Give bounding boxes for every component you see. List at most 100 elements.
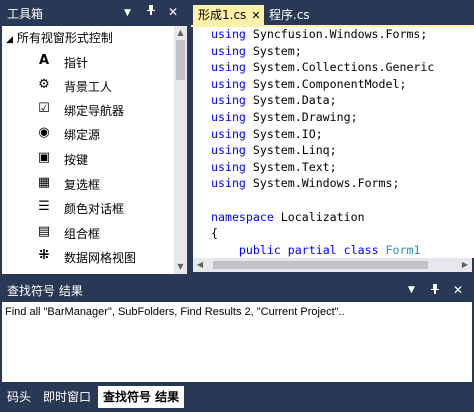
- toolbox-item-button[interactable]: ▣ 按键: [2, 147, 172, 170]
- editor-hscrollbar[interactable]: ◀ ▶: [193, 258, 472, 272]
- toolbox-item-background-worker[interactable]: ⚙ 背景工人: [2, 74, 172, 97]
- code-text: {: [211, 226, 218, 241]
- toolbox-title: 工具箱: [7, 7, 44, 21]
- find-pin-icon[interactable]: [430, 283, 440, 298]
- code-keyword: using: [211, 27, 246, 41]
- code-text: System.Linq;: [245, 143, 337, 158]
- pin-icon: [431, 284, 439, 294]
- toolbox-item-pointer[interactable]: A 指针: [2, 50, 172, 73]
- code-line: using System.Text;: [211, 160, 337, 177]
- toolbox-group-header[interactable]: ◢ 所有视窗形式控制: [6, 29, 113, 46]
- code-line: using System.IO;: [211, 127, 323, 144]
- code-text: System.Drawing;: [245, 110, 358, 124]
- code-keyword: using: [211, 126, 246, 141]
- code-line: namespace Localization: [211, 210, 365, 227]
- collapse-triangle-icon: ◢: [6, 35, 13, 45]
- code-keyword: namespace: [211, 209, 274, 224]
- code-line: using System.ComponentModel;: [211, 77, 406, 94]
- toolbox-item-label: 数据网格视图: [64, 251, 137, 265]
- find-results-text: Find all "BarManager", SubFolders, Find …: [5, 306, 345, 318]
- code-area[interactable]: using Syncfusion.Windows.Forms; using Sys…: [193, 27, 474, 258]
- background-worker-icon: ⚙: [38, 77, 50, 92]
- code-keyword: using: [211, 93, 246, 108]
- tab-close-icon[interactable]: ✕: [251, 9, 260, 22]
- toolbox-dropdown-icon[interactable]: ▼: [124, 6, 131, 20]
- toolbox-item-label: 复选框: [64, 178, 101, 192]
- tab-dock[interactable]: 码头: [2, 386, 36, 408]
- toolbox-item-label: 组合框: [64, 227, 101, 241]
- pointer-icon: A: [38, 53, 50, 68]
- code-keyword: using: [211, 110, 246, 124]
- code-line: using System.Windows.Forms;: [211, 176, 399, 193]
- code-line: using Syncfusion.Windows.Forms;: [211, 27, 427, 44]
- code-line: {: [211, 226, 218, 243]
- code-text: System.IO;: [245, 126, 323, 141]
- code-text: System.Collections.Generic: [245, 60, 435, 75]
- toolbox-item-label: 绑定源: [64, 128, 101, 142]
- code-line: using System.Data;: [211, 93, 337, 110]
- tab-immediate-window[interactable]: 即时窗口: [38, 386, 96, 408]
- toolbox-item-binding-source[interactable]: ◉ 绑定源: [2, 122, 172, 145]
- code-text: System.Windows.Forms;: [245, 176, 400, 191]
- code-keyword: using: [211, 143, 246, 158]
- combobox-icon: ▤: [37, 224, 51, 239]
- toolbox-panel: 工具箱 ▼ ✕ ◢ 所有视窗形式控制 A 指针 ⚙ 背景工人 ☑ 绑定导航器 ◉ …: [0, 0, 189, 275]
- scroll-up-icon[interactable]: ▲: [174, 26, 187, 40]
- code-line: using System.Linq;: [211, 143, 337, 160]
- list-icon: ☰: [38, 199, 50, 214]
- code-text: System.Text;: [245, 159, 337, 174]
- tab-label: 程序.cs: [269, 8, 310, 22]
- code-keyword: public: [238, 242, 281, 257]
- tab-form1[interactable]: 形成1.cs ✕: [193, 5, 264, 26]
- code-keyword: using: [211, 60, 246, 75]
- code-line: using System.Drawing;: [211, 110, 358, 127]
- code-text: System.ComponentModel;: [245, 76, 407, 91]
- toolbox-item-label: 颜色对话框: [64, 202, 125, 216]
- code-type: Form1: [385, 242, 421, 257]
- scroll-right-icon[interactable]: ▶: [458, 258, 472, 272]
- toolbox-list: ◢ 所有视窗形式控制 A 指针 ⚙ 背景工人 ☑ 绑定导航器 ◉ 绑定源 ▣ 按键…: [2, 26, 187, 274]
- find-results-panel: 查找符号 结果 ▼ ✕ Find all "BarManager", SubFo…: [0, 278, 474, 384]
- tab-find-symbol-results[interactable]: 查找符号 结果: [98, 386, 185, 408]
- find-dropdown-icon[interactable]: ▼: [408, 283, 415, 297]
- tab-program[interactable]: 程序.cs: [265, 5, 314, 26]
- bottom-tab-strip: 码头 即时窗口 查找符号 结果: [0, 386, 474, 412]
- pin-icon: [147, 5, 155, 15]
- datagrid-icon: ⁜: [38, 248, 50, 263]
- code-line: using System;: [211, 44, 302, 61]
- toolbox-item-binding-navigator[interactable]: ☑ 绑定导航器: [2, 98, 172, 121]
- toolbox-item-color-dialog[interactable]: ☰ 颜色对话框: [2, 196, 172, 219]
- code-keyword: class: [343, 242, 379, 257]
- code-keyword: using: [211, 43, 246, 58]
- find-results-titlebar: 查找符号 结果 ▼ ✕: [0, 278, 474, 302]
- toolbox-item-label: 绑定导航器: [64, 104, 125, 118]
- scrollbar-thumb[interactable]: [213, 261, 428, 269]
- toolbox-pin-icon[interactable]: [146, 4, 156, 19]
- toolbox-item-label: 背景工人: [64, 80, 113, 94]
- code-text: System.Data;: [245, 93, 337, 108]
- find-results-body[interactable]: Find all "BarManager", SubFolders, Find …: [2, 302, 472, 382]
- toolbox-item-combobox[interactable]: ▤ 组合框: [2, 221, 172, 244]
- code-line: public partial class Form1: [211, 242, 421, 258]
- find-close-icon[interactable]: ✕: [453, 283, 463, 297]
- code-keyword: using: [211, 76, 246, 91]
- scroll-down-icon[interactable]: ▼: [174, 260, 187, 274]
- binding-navigator-icon: ☑: [38, 101, 50, 116]
- toolbox-item-datagridview[interactable]: ⁜ 数据网格视图: [2, 245, 172, 268]
- code-keyword: using: [211, 176, 246, 191]
- toolbox-close-icon[interactable]: ✕: [168, 5, 178, 19]
- toolbox-item-label: 指针: [64, 56, 89, 70]
- toolbox-group-label: 所有视窗形式控制: [16, 31, 113, 45]
- scroll-left-icon[interactable]: ◀: [193, 258, 207, 272]
- scrollbar-thumb[interactable]: [176, 40, 185, 80]
- toolbox-item-checkbox[interactable]: ▦ 复选框: [2, 172, 172, 195]
- find-results-title: 查找符号 结果: [7, 284, 83, 298]
- code-text: Syncfusion.Windows.Forms;: [245, 27, 428, 41]
- toolbox-titlebar: 工具箱 ▼ ✕: [0, 0, 189, 26]
- toolbox-scrollbar[interactable]: ▲ ▼: [174, 26, 187, 274]
- tab-label: 形成1.cs: [198, 8, 247, 22]
- toolbox-item-label: 按键: [64, 153, 89, 167]
